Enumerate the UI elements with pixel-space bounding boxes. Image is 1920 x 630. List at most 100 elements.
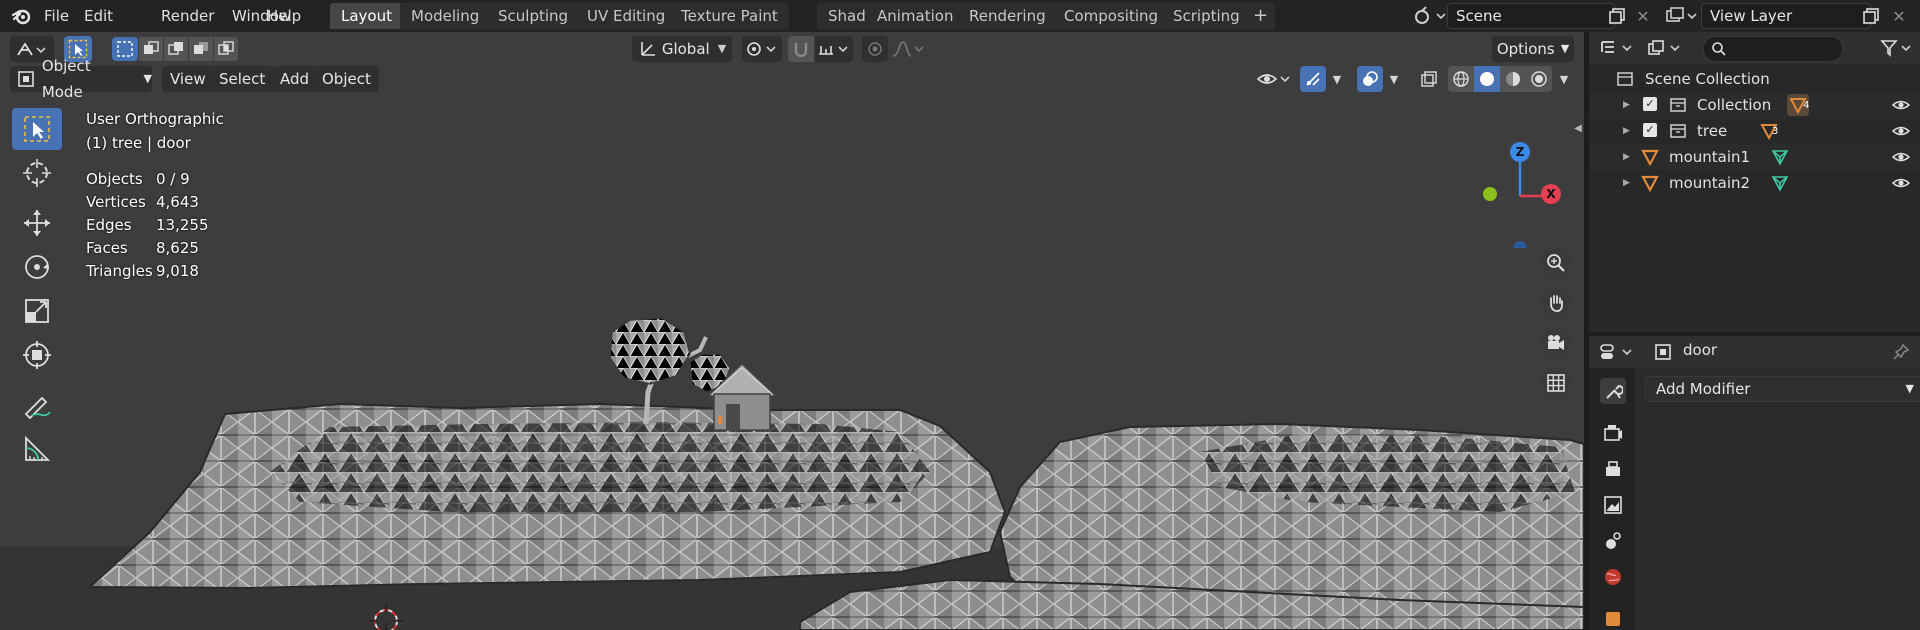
tab-scripting[interactable]: Scripting xyxy=(1162,3,1251,29)
tool-measure[interactable] xyxy=(12,428,62,470)
tab-view-layer-icon[interactable] xyxy=(1600,492,1626,518)
menu-help[interactable]: Help xyxy=(258,3,310,29)
select-mode-extend-icon[interactable] xyxy=(139,37,163,61)
transform-orientation-dropdown[interactable]: Global ▼ xyxy=(632,36,732,62)
navigation-gizmo[interactable] xyxy=(1470,108,1550,255)
snap-target-icon[interactable] xyxy=(815,36,853,62)
tool-scale[interactable] xyxy=(12,290,62,332)
gizmo-x-axis[interactable]: X xyxy=(1541,184,1561,204)
options-dropdown[interactable]: Options ▼ xyxy=(1492,36,1574,62)
shading-wireframe-icon[interactable] xyxy=(1448,66,1474,92)
display-mode-icon[interactable] xyxy=(1645,36,1687,60)
expand-arrow-icon[interactable]: ▶ xyxy=(1623,118,1630,144)
menu-file[interactable]: File xyxy=(35,3,78,29)
zoom-icon[interactable] xyxy=(1541,248,1571,278)
checkbox-checked-icon[interactable]: ✓ xyxy=(1643,97,1657,111)
properties-editor-type-icon[interactable] xyxy=(1597,340,1639,364)
tab-rendering[interactable]: Rendering xyxy=(958,3,1057,29)
tool-select-box[interactable] xyxy=(12,108,62,150)
expand-arrow-icon[interactable]: ▶ xyxy=(1623,92,1630,118)
sidebar-toggle-icon[interactable]: ◀ xyxy=(1572,118,1584,138)
proportional-edit-icon[interactable] xyxy=(862,36,888,62)
mode-dropdown[interactable]: Object Mode ▼ xyxy=(10,57,152,101)
outliner-search-input[interactable] xyxy=(1703,36,1843,62)
blender-logo-icon[interactable] xyxy=(10,5,34,27)
pin-icon[interactable] xyxy=(1891,342,1911,362)
eye-icon[interactable] xyxy=(1892,123,1910,139)
grid-perspective-icon[interactable] xyxy=(1541,368,1571,398)
add-modifier-dropdown[interactable]: Add Modifier ▼ xyxy=(1645,376,1920,402)
tool-cursor[interactable] xyxy=(12,152,62,194)
tab-world-icon[interactable] xyxy=(1600,564,1626,590)
camera-view-icon[interactable] xyxy=(1541,328,1571,358)
add-workspace-button[interactable]: + xyxy=(1246,3,1276,29)
copy-view-layer-icon[interactable] xyxy=(1860,5,1882,27)
menu-object[interactable]: Object xyxy=(314,66,379,92)
visibility-filter-icon[interactable] xyxy=(1254,66,1294,92)
snap-toggle-icon[interactable] xyxy=(788,36,814,62)
tool-move[interactable] xyxy=(12,202,62,244)
tab-compositing[interactable]: Compositing xyxy=(1053,3,1170,29)
menu-add[interactable]: Add xyxy=(272,66,318,92)
shading-rendered-icon[interactable] xyxy=(1526,66,1552,92)
tab-object-icon[interactable] xyxy=(1606,612,1620,626)
tool-rotate[interactable] xyxy=(12,246,62,288)
view-layer-name-field[interactable]: View Layer xyxy=(1701,3,1871,29)
outliner-row-tree[interactable]: ▶ ✓ tree 3 xyxy=(1589,118,1920,144)
tab-tool-icon[interactable] xyxy=(1600,378,1626,404)
tab-layout[interactable]: Layout xyxy=(330,3,403,29)
tab-scene-icon[interactable] xyxy=(1600,528,1626,554)
outliner-row-mountain2[interactable]: ▶ mountain2 xyxy=(1589,170,1920,196)
tab-output-icon[interactable] xyxy=(1600,456,1626,482)
3d-viewport[interactable]: Global ▼ Options ▼ Object Mode ▼ View Se… xyxy=(0,32,1584,630)
select-mode-subtract-icon[interactable] xyxy=(164,37,188,61)
checkbox-checked-icon[interactable]: ✓ xyxy=(1643,123,1657,137)
tool-transform[interactable] xyxy=(12,334,62,376)
tab-modeling[interactable]: Modeling xyxy=(400,3,491,29)
stat-label-triangles: Triangles xyxy=(86,262,153,280)
chevron-down-icon[interactable]: ▼ xyxy=(1327,66,1347,92)
expand-arrow-icon[interactable]: ▶ xyxy=(1623,144,1630,170)
shading-material-icon[interactable] xyxy=(1500,66,1526,92)
expand-arrow-icon[interactable]: ▶ xyxy=(1623,170,1630,196)
scene-browse-icon[interactable] xyxy=(1410,4,1450,28)
menu-edit[interactable]: Edit xyxy=(75,3,122,29)
select-mode-intersect-icon[interactable] xyxy=(214,37,238,61)
menu-select[interactable]: Select xyxy=(211,66,274,92)
chevron-down-icon[interactable]: ▼ xyxy=(1554,66,1574,92)
menu-render[interactable]: Render xyxy=(152,3,223,29)
tab-animation[interactable]: Animation xyxy=(866,3,965,29)
gizmo-z-axis[interactable]: Z xyxy=(1510,142,1530,162)
eye-icon[interactable] xyxy=(1892,149,1910,165)
delete-scene-icon[interactable]: ✕ xyxy=(1632,5,1654,27)
select-mode-invert-icon[interactable] xyxy=(189,37,213,61)
tab-sculpting[interactable]: Sculpting xyxy=(487,3,580,29)
filter-icon[interactable] xyxy=(1879,36,1915,60)
delete-view-layer-icon[interactable]: ✕ xyxy=(1888,5,1910,27)
overlay-toggle-icon[interactable] xyxy=(1357,66,1383,92)
outliner-row-collection[interactable]: ▶ ✓ Collection 4 xyxy=(1589,92,1920,118)
xray-toggle-icon[interactable] xyxy=(1416,66,1442,92)
tab-texture-paint[interactable]: Texture Paint xyxy=(670,3,789,29)
tool-annotate[interactable] xyxy=(12,384,62,426)
eye-icon[interactable] xyxy=(1892,175,1910,191)
pivot-point-icon[interactable] xyxy=(742,36,782,62)
gizmo-toggle-icon[interactable] xyxy=(1300,66,1326,92)
tab-render-icon[interactable] xyxy=(1600,420,1626,446)
chevron-down-icon[interactable]: ▼ xyxy=(1384,66,1404,92)
outliner-row-scene-collection[interactable]: Scene Collection xyxy=(1589,66,1920,92)
stat-label-objects: Objects xyxy=(86,170,143,188)
menu-view[interactable]: View xyxy=(162,66,214,92)
outliner-row-mountain1[interactable]: ▶ mountain1 xyxy=(1589,144,1920,170)
proportional-falloff-icon[interactable] xyxy=(890,36,926,62)
active-context: (1) tree | door xyxy=(86,134,191,152)
pan-hand-icon[interactable] xyxy=(1541,288,1571,318)
eye-icon[interactable] xyxy=(1892,97,1910,113)
view-layer-browse-icon[interactable] xyxy=(1664,4,1700,28)
editor-type-icon[interactable] xyxy=(1597,36,1639,60)
shading-solid-icon[interactable] xyxy=(1474,66,1500,92)
copy-scene-icon[interactable] xyxy=(1606,5,1628,27)
tab-uv-editing[interactable]: UV Editing xyxy=(576,3,677,29)
scene-name-field[interactable]: Scene xyxy=(1447,3,1615,29)
mesh-object-icon xyxy=(1641,148,1659,166)
